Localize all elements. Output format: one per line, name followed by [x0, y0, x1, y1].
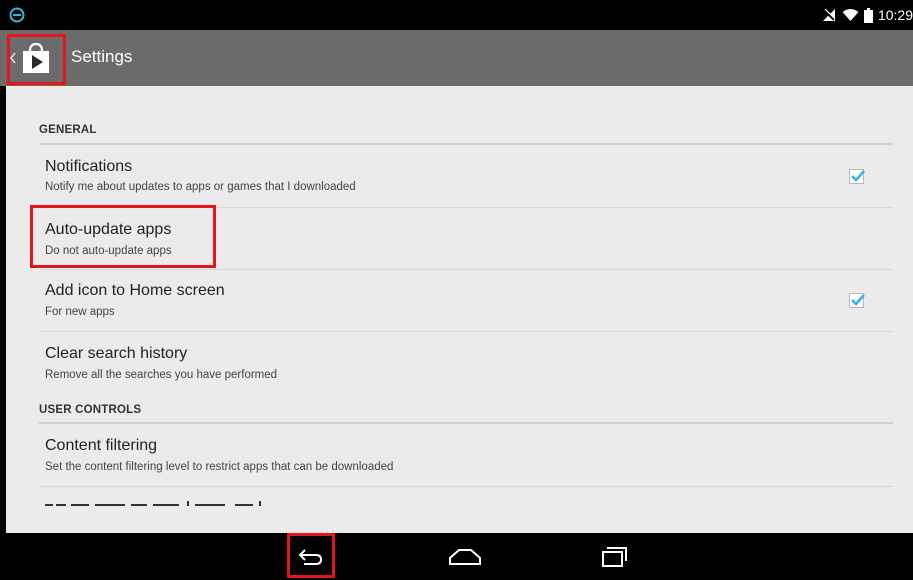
setting-partially-hidden[interactable]	[39, 487, 893, 533]
nav-recent-apps-button[interactable]	[590, 533, 640, 580]
signal-muted-icon	[822, 8, 836, 21]
cut-off-text	[45, 501, 261, 506]
status-bar: 10:29	[0, 0, 913, 30]
page-title: Settings	[71, 47, 133, 66]
navigation-bar	[0, 533, 913, 580]
recent-apps-icon	[602, 546, 627, 567]
setting-add-icon-home-screen[interactable]: Add icon to Home screen For new apps	[39, 269, 893, 332]
highlight-box-back-button	[287, 533, 335, 578]
highlight-box-auto-update	[30, 205, 216, 268]
setting-content-filtering[interactable]: Content filtering Set the content filter…	[39, 424, 893, 487]
checkmark-icon	[851, 170, 865, 182]
wifi-icon	[842, 9, 859, 21]
setting-summary: Remove all the searches you have perform…	[45, 369, 278, 381]
action-bar: Settings	[0, 30, 913, 86]
setting-title: Clear search history	[45, 345, 188, 362]
status-clock: 10:29	[877, 7, 913, 23]
status-icons: 10:29	[821, 0, 913, 30]
checkmark-icon	[851, 294, 865, 306]
settings-list[interactable]: GENERAL Notifications Notify me about up…	[6, 86, 913, 533]
highlight-box-app-icon	[7, 34, 66, 85]
setting-title: Content filtering	[45, 437, 158, 454]
battery-icon	[863, 7, 873, 23]
setting-summary: For new apps	[45, 306, 115, 318]
nav-home-button[interactable]	[440, 533, 490, 580]
setting-summary: Notify me about updates to apps or games…	[45, 181, 356, 193]
setting-summary: Set the content filtering level to restr…	[45, 461, 394, 473]
setting-title: Notifications	[45, 158, 133, 175]
setting-clear-search-history[interactable]: Clear search history Remove all the sear…	[39, 331, 893, 391]
notifications-checkbox[interactable]	[849, 169, 865, 184]
setting-notifications[interactable]: Notifications Notify me about updates to…	[39, 145, 893, 208]
home-icon	[449, 548, 481, 565]
app-notification-icon	[9, 7, 25, 23]
section-header-user-controls: USER CONTROLS	[39, 404, 142, 416]
add-icon-checkbox[interactable]	[849, 293, 865, 308]
setting-title: Add icon to Home screen	[45, 282, 225, 299]
section-header-general: GENERAL	[39, 124, 97, 136]
